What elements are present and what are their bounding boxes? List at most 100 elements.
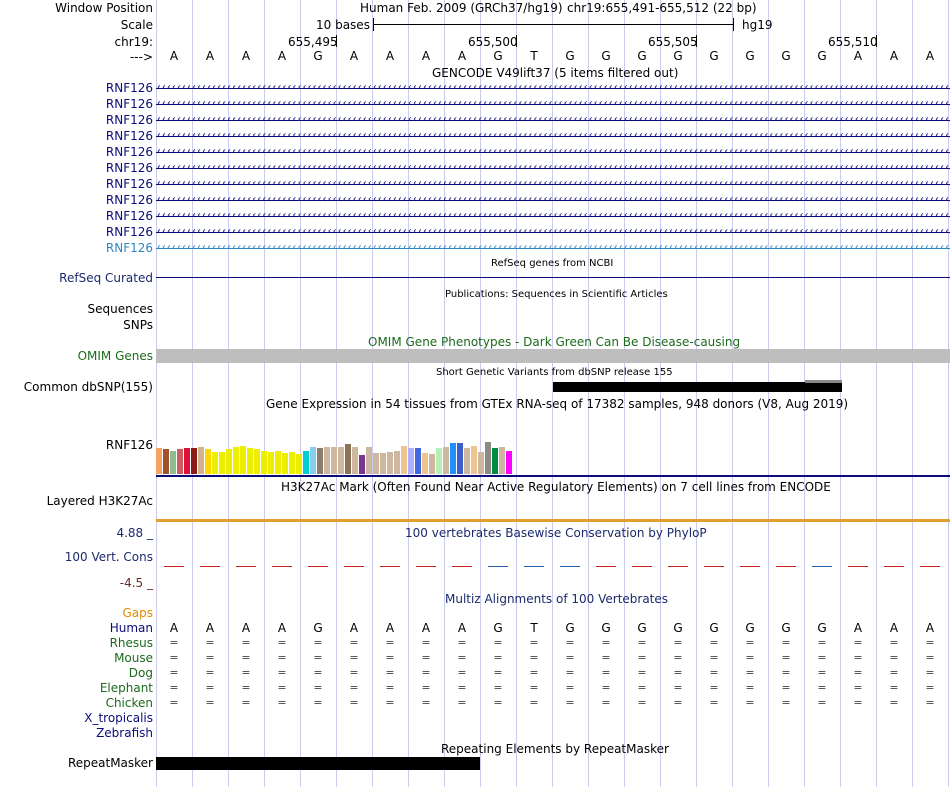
gtex-tissue-bar[interactable] <box>499 447 505 474</box>
gtex-tissue-bar[interactable] <box>324 447 330 474</box>
gtex-tissue-bar[interactable] <box>205 449 211 474</box>
gtex-tissue-bar[interactable] <box>394 451 400 474</box>
position-readout[interactable]: chr19:655,491-655,512 (22 bp) <box>567 1 757 15</box>
gtex-tissue-bar[interactable] <box>289 452 295 474</box>
gtex-tissue-bar[interactable] <box>275 451 281 474</box>
refseq-label[interactable]: RefSeq Curated <box>59 271 153 285</box>
repeatmasker-label[interactable]: RepeatMasker <box>68 756 153 770</box>
gtex-tissue-bar[interactable] <box>380 453 386 474</box>
gtex-tissue-bar[interactable] <box>373 453 379 474</box>
repeatmasker-feature-bar[interactable] <box>156 757 480 770</box>
snps-label[interactable]: SNPs <box>123 318 153 332</box>
gtex-tissue-bar[interactable] <box>408 448 414 474</box>
dbsnp-label[interactable]: Common dbSNP(155) <box>24 380 153 394</box>
gtex-tissue-bar[interactable] <box>331 447 337 474</box>
gtex-tissue-bar[interactable] <box>247 448 253 474</box>
gencode-feature[interactable]: ‹‹‹‹‹‹‹‹‹‹‹‹‹‹‹‹‹‹‹‹‹‹‹‹‹‹‹‹‹‹‹‹‹‹‹‹‹‹‹‹… <box>156 162 950 173</box>
refseq-track-title[interactable]: RefSeq genes from NCBI <box>491 258 613 269</box>
gtex-tissue-bar[interactable] <box>450 443 456 474</box>
species-label[interactable]: Dog <box>129 666 153 680</box>
h3k27ac-signal[interactable] <box>156 519 950 522</box>
gtex-tissue-bar[interactable] <box>156 448 162 474</box>
gtex-tissue-bar[interactable] <box>268 452 274 474</box>
gtex-tissue-bar[interactable] <box>303 451 309 474</box>
gencode-item-label[interactable]: RNF126 <box>106 161 153 175</box>
gtex-tissue-bar[interactable] <box>296 454 302 474</box>
gtex-tissue-bar[interactable] <box>422 453 428 474</box>
gencode-feature[interactable]: ‹‹‹‹‹‹‹‹‹‹‹‹‹‹‹‹‹‹‹‹‹‹‹‹‹‹‹‹‹‹‹‹‹‹‹‹‹‹‹‹… <box>156 242 950 253</box>
omim-label[interactable]: OMIM Genes <box>78 349 153 363</box>
species-label[interactable]: Elephant <box>100 681 153 695</box>
gencode-item-label[interactable]: RNF126 <box>106 113 153 127</box>
gtex-tissue-bar[interactable] <box>457 443 463 474</box>
gtex-tissue-bar[interactable] <box>219 452 225 474</box>
gencode-feature[interactable]: ‹‹‹‹‹‹‹‹‹‹‹‹‹‹‹‹‹‹‹‹‹‹‹‹‹‹‹‹‹‹‹‹‹‹‹‹‹‹‹‹… <box>156 194 950 205</box>
species-label[interactable]: X_tropicalis <box>84 711 153 725</box>
sequences-label[interactable]: Sequences <box>88 302 153 316</box>
gtex-tissue-bar[interactable] <box>478 452 484 474</box>
gtex-tissue-bar[interactable] <box>177 449 183 474</box>
gaps-label[interactable]: Gaps <box>122 606 153 620</box>
gtex-tissue-bar[interactable] <box>359 455 365 474</box>
gtex-tissue-bar[interactable] <box>212 452 218 474</box>
gencode-item-label[interactable]: RNF126 <box>106 177 153 191</box>
gencode-item-label[interactable]: RNF126 <box>106 81 153 95</box>
gtex-tissue-bar[interactable] <box>506 451 512 474</box>
gencode-feature[interactable]: ‹‹‹‹‹‹‹‹‹‹‹‹‹‹‹‹‹‹‹‹‹‹‹‹‹‹‹‹‹‹‹‹‹‹‹‹‹‹‹‹… <box>156 98 950 109</box>
gtex-tissue-bar[interactable] <box>338 447 344 474</box>
phylop-signal[interactable] <box>156 560 950 582</box>
h3k27ac-label[interactable]: Layered H3K27Ac <box>47 494 153 508</box>
gtex-track-title[interactable]: Gene Expression in 54 tissues from GTEx … <box>266 397 848 411</box>
gencode-item-label[interactable]: RNF126 <box>106 145 153 159</box>
gencode-feature[interactable]: ‹‹‹‹‹‹‹‹‹‹‹‹‹‹‹‹‹‹‹‹‹‹‹‹‹‹‹‹‹‹‹‹‹‹‹‹‹‹‹‹… <box>156 82 950 93</box>
omim-feature-bar[interactable] <box>156 349 950 363</box>
gtex-gene-label[interactable]: RNF126 <box>106 438 153 452</box>
species-label[interactable]: Mouse <box>114 651 153 665</box>
omim-track-title[interactable]: OMIM Gene Phenotypes - Dark Green Can Be… <box>368 335 740 349</box>
gencode-feature[interactable]: ‹‹‹‹‹‹‹‹‹‹‹‹‹‹‹‹‹‹‹‹‹‹‹‹‹‹‹‹‹‹‹‹‹‹‹‹‹‹‹‹… <box>156 130 950 141</box>
gtex-tissue-bar[interactable] <box>401 446 407 474</box>
gtex-tissue-bar[interactable] <box>471 446 477 474</box>
gencode-feature[interactable]: ‹‹‹‹‹‹‹‹‹‹‹‹‹‹‹‹‹‹‹‹‹‹‹‹‹‹‹‹‹‹‹‹‹‹‹‹‹‹‹‹… <box>156 210 950 221</box>
refseq-feature-line[interactable] <box>156 277 950 278</box>
gtex-tissue-bar[interactable] <box>485 442 491 474</box>
gencode-item-label[interactable]: RNF126 <box>106 129 153 143</box>
gtex-tissue-bar[interactable] <box>184 448 190 474</box>
gtex-tissue-bar[interactable] <box>317 448 323 474</box>
species-label[interactable]: Rhesus <box>110 636 153 650</box>
gtex-tissue-bar[interactable] <box>464 448 470 474</box>
gtex-tissue-bar[interactable] <box>191 448 197 474</box>
phylop-track-title[interactable]: 100 vertebrates Basewise Conservation by… <box>405 526 707 540</box>
multiz-track-title[interactable]: Multiz Alignments of 100 Vertebrates <box>445 592 668 606</box>
gtex-tissue-bar[interactable] <box>170 451 176 474</box>
gtex-tissue-bar[interactable] <box>226 449 232 474</box>
publications-track-title[interactable]: Publications: Sequences in Scientific Ar… <box>445 289 668 300</box>
gtex-tissue-bar[interactable] <box>345 444 351 474</box>
species-label[interactable]: Zebrafish <box>96 726 153 740</box>
gtex-tissue-bar[interactable] <box>443 447 449 474</box>
h3k27ac-track-title[interactable]: H3K27Ac Mark (Often Found Near Active Re… <box>281 480 831 494</box>
gencode-feature[interactable]: ‹‹‹‹‹‹‹‹‹‹‹‹‹‹‹‹‹‹‹‹‹‹‹‹‹‹‹‹‹‹‹‹‹‹‹‹‹‹‹‹… <box>156 146 950 157</box>
gtex-tissue-bar[interactable] <box>261 451 267 474</box>
gencode-track-title[interactable]: GENCODE V49lift37 (5 items filtered out) <box>432 66 678 80</box>
gencode-item-label[interactable]: RNF126 <box>106 97 153 111</box>
phylop-label[interactable]: 100 Vert. Cons <box>65 550 153 564</box>
species-label[interactable]: Human <box>110 621 153 635</box>
gtex-tissue-bar[interactable] <box>436 448 442 474</box>
gtex-tissue-bar[interactable] <box>198 447 204 474</box>
gtex-tissue-bar[interactable] <box>254 449 260 474</box>
dbsnp-track-title[interactable]: Short Genetic Variants from dbSNP releas… <box>436 367 673 378</box>
species-label[interactable]: Chicken <box>106 696 153 710</box>
gtex-tissue-bar[interactable] <box>310 447 316 474</box>
dbsnp-feature-bar[interactable] <box>553 382 842 392</box>
gtex-tissue-bar[interactable] <box>163 449 169 474</box>
gencode-item-label[interactable]: RNF126 <box>106 241 153 255</box>
gtex-tissue-bar[interactable] <box>352 447 358 474</box>
gtex-tissue-bar[interactable] <box>492 448 498 474</box>
gencode-feature[interactable]: ‹‹‹‹‹‹‹‹‹‹‹‹‹‹‹‹‹‹‹‹‹‹‹‹‹‹‹‹‹‹‹‹‹‹‹‹‹‹‹‹… <box>156 114 950 125</box>
gencode-item-label[interactable]: RNF126 <box>106 193 153 207</box>
gencode-feature[interactable]: ‹‹‹‹‹‹‹‹‹‹‹‹‹‹‹‹‹‹‹‹‹‹‹‹‹‹‹‹‹‹‹‹‹‹‹‹‹‹‹‹… <box>156 226 950 237</box>
gencode-feature[interactable]: ‹‹‹‹‹‹‹‹‹‹‹‹‹‹‹‹‹‹‹‹‹‹‹‹‹‹‹‹‹‹‹‹‹‹‹‹‹‹‹‹… <box>156 178 950 189</box>
gtex-tissue-bar[interactable] <box>240 446 246 474</box>
gtex-tissue-bar[interactable] <box>429 454 435 474</box>
